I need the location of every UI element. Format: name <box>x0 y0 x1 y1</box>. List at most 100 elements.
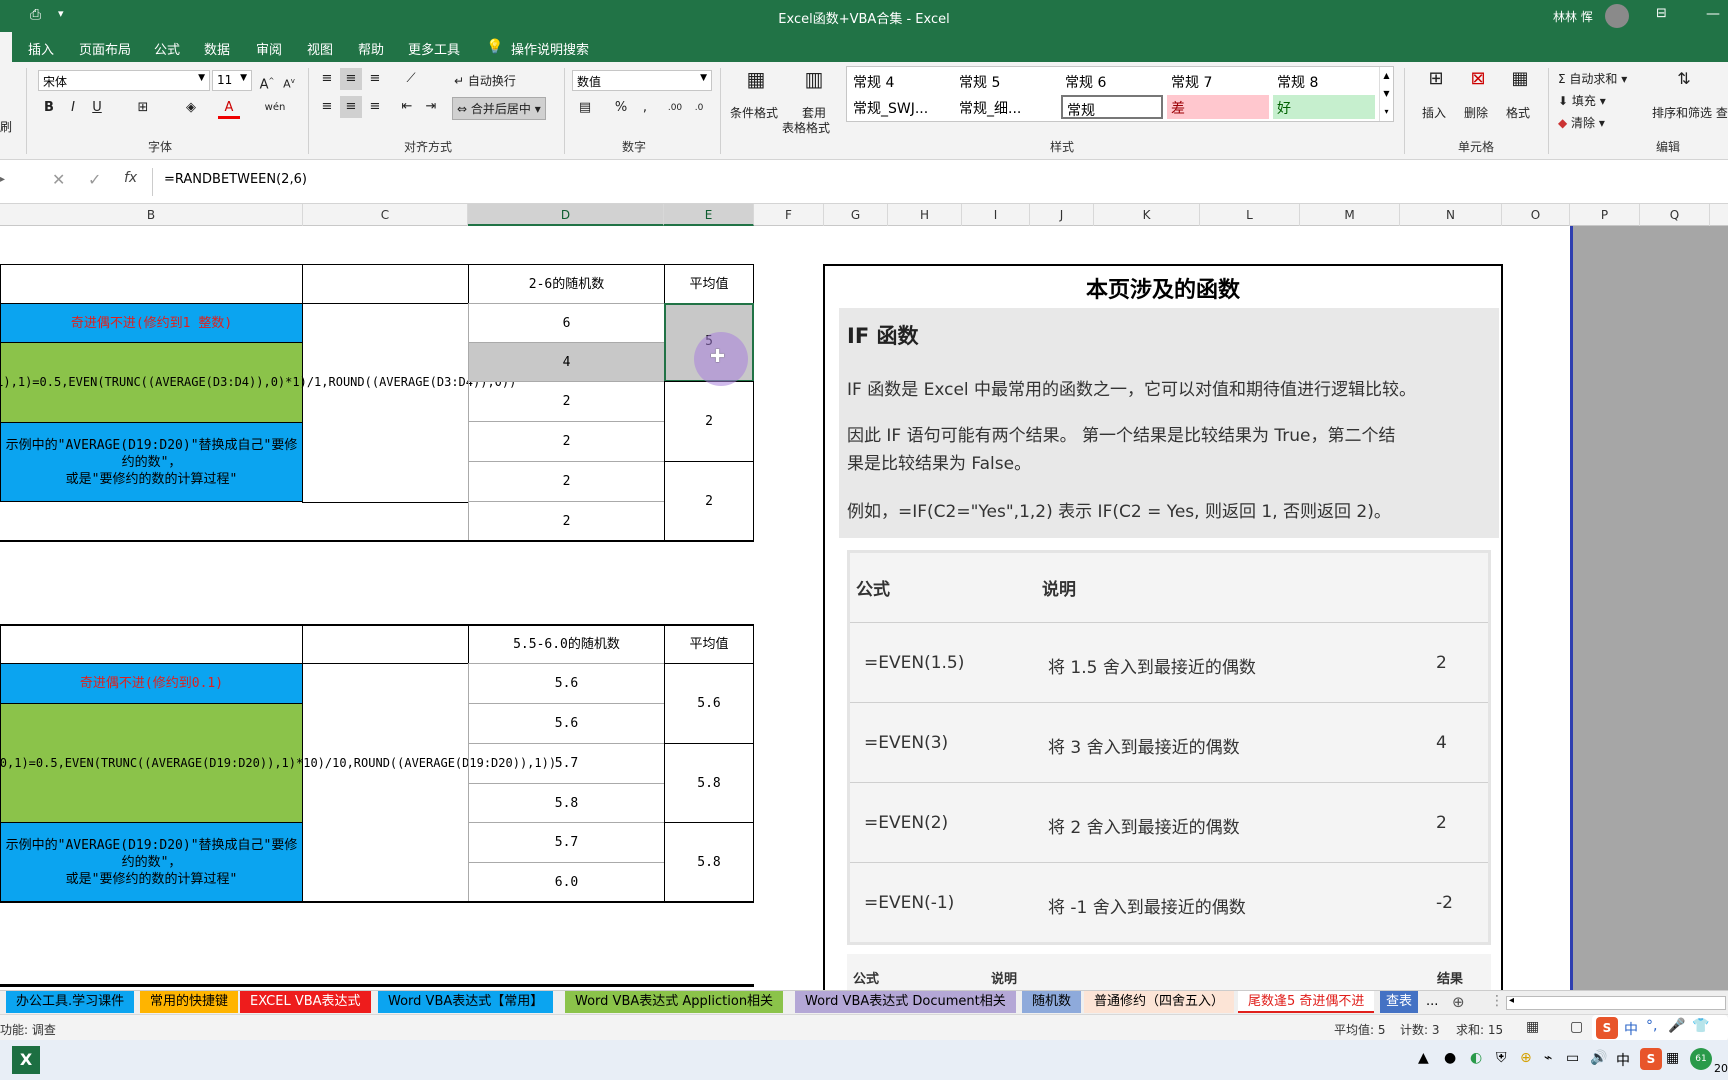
tray-volume-icon[interactable]: 🔊 <box>1590 1050 1607 1066</box>
t2-header-b[interactable] <box>0 624 303 664</box>
tray-grid-icon[interactable]: ▦ <box>1666 1050 1679 1066</box>
column-header-n[interactable]: N <box>1400 204 1502 226</box>
increase-decimal-icon[interactable]: .00 <box>664 97 686 119</box>
status-sum[interactable]: 求和: 15 <box>1456 1021 1503 1038</box>
t2-header-c[interactable] <box>302 624 469 664</box>
align-middle-icon[interactable]: ≡ <box>340 68 362 90</box>
delete-cells-icon[interactable]: ⊠ <box>1464 68 1492 96</box>
t2-avg-1[interactable]: 5.6 <box>664 663 754 744</box>
t1-value-4[interactable]: 2 <box>468 421 665 462</box>
sheet-tab-shortcuts[interactable]: 常用的快捷键 <box>140 991 239 1013</box>
add-sheet-icon[interactable]: ⊕ <box>1452 993 1465 1011</box>
t1-avg-2[interactable]: 2 <box>664 381 754 462</box>
t2-value-5[interactable]: 5.7 <box>468 822 665 863</box>
sheet-tab-random[interactable]: 随机数 <box>1022 991 1082 1013</box>
borders-icon[interactable]: ⊞ <box>132 97 154 119</box>
tray-security-icon[interactable]: ⊕ <box>1520 1050 1532 1066</box>
format-cells-button[interactable]: 格式 <box>1506 104 1530 121</box>
excel-taskbar-icon[interactable]: X <box>12 1046 40 1074</box>
merge-center-button[interactable]: ⇔ 合并后居中 ▾ <box>452 97 546 120</box>
underline-icon[interactable]: U <box>86 97 108 119</box>
t2-note-cell[interactable]: 示例中的"AVERAGE(D19:D20)"替换成自己"要修约的数"， 或是"要修… <box>0 822 303 902</box>
t1-header-random[interactable]: 2-6的随机数 <box>468 264 665 304</box>
t2-rule-cell[interactable]: 奇进偶不进(修约到0.1) <box>0 663 303 704</box>
increase-font-icon[interactable]: A^ <box>256 70 278 92</box>
microphone-icon[interactable]: 🎤 <box>1668 1018 1685 1034</box>
t1-header-b[interactable] <box>0 264 303 304</box>
t1-empty-c[interactable] <box>302 303 469 503</box>
tray-ime-icon[interactable]: 中 <box>1616 1050 1630 1070</box>
increase-indent-icon[interactable]: ⇥ <box>420 96 442 118</box>
sogou-icon[interactable]: S <box>1596 1017 1618 1039</box>
tab-review[interactable]: 审阅 <box>256 39 282 58</box>
column-header-g[interactable]: G <box>824 204 888 226</box>
tab-help[interactable]: 帮助 <box>358 39 384 58</box>
normal-view-icon[interactable]: ▦ <box>1526 1019 1539 1035</box>
t2-header-average[interactable]: 平均值 <box>664 624 754 664</box>
autosum-button[interactable]: Σ 自动求和 ▾ <box>1558 70 1627 87</box>
column-header-f[interactable]: F <box>754 204 824 226</box>
comma-icon[interactable]: , <box>634 97 656 119</box>
percent-icon[interactable]: % <box>610 97 632 119</box>
sheet-tab-excel-vba[interactable]: EXCEL VBA表达式 <box>240 991 371 1013</box>
format-as-table-label2[interactable]: 表格格式 <box>782 119 830 136</box>
scroll-left-icon[interactable]: ◂ <box>1509 995 1514 1006</box>
tray-app-icon[interactable]: ● <box>1444 1050 1456 1066</box>
tab-page-layout[interactable]: 页面布局 <box>79 39 131 58</box>
format-painter-label[interactable]: 刷 <box>0 118 12 135</box>
align-left-icon[interactable]: ≡ <box>316 96 338 118</box>
column-header-k[interactable]: K <box>1094 204 1200 226</box>
t1-note-cell[interactable]: 示例中的"AVERAGE(D19:D20)"替换成自己"要修约的数"， 或是"要修… <box>0 422 303 502</box>
format-as-table-icon[interactable]: ▥ <box>800 68 828 96</box>
gallery-scroll-icon[interactable]: ▲ ▼ ▾ <box>1379 67 1393 121</box>
t2-empty-c[interactable] <box>302 663 469 902</box>
sheet-tab-word-vba-application[interactable]: Word VBA表达式 Appliction相关 <box>565 991 784 1013</box>
style-normal-detail[interactable]: 常规_细... <box>955 95 1025 119</box>
t1-value-2[interactable]: 4 <box>468 342 665 382</box>
clear-button[interactable]: ◆ 清除 ▾ <box>1558 114 1605 131</box>
insert-function-icon[interactable]: fx <box>124 170 137 186</box>
conditional-format-icon[interactable]: ▦ <box>742 68 770 96</box>
tab-splitter-icon[interactable]: ⋮ <box>1490 993 1504 1009</box>
tell-me-search[interactable]: 操作说明搜索 <box>511 39 589 58</box>
style-normal-5[interactable]: 常规 5 <box>955 69 1004 93</box>
status-count[interactable]: 计数: 3 <box>1400 1021 1440 1038</box>
t2-avg-2[interactable]: 5.8 <box>664 743 754 823</box>
style-normal-6[interactable]: 常规 6 <box>1061 69 1110 93</box>
t2-value-4[interactable]: 5.8 <box>468 783 665 823</box>
sheet-tab-lookup[interactable]: 查表 <box>1380 991 1419 1013</box>
style-normal[interactable]: 常规 <box>1061 95 1163 119</box>
tab-view[interactable]: 视图 <box>307 39 333 58</box>
minimize-icon[interactable]: — <box>1706 6 1720 22</box>
column-header-h[interactable]: H <box>888 204 962 226</box>
tray-refresh-icon[interactable]: ◐ <box>1470 1050 1482 1066</box>
t1-rule-cell[interactable]: 奇进偶不进(修约到1 整数) <box>0 303 303 343</box>
t1-avg-3[interactable]: 2 <box>664 461 754 541</box>
t1-header-average[interactable]: 平均值 <box>664 264 754 304</box>
t1-value-6[interactable]: 2 <box>468 501 665 541</box>
column-header-b[interactable]: B <box>0 204 303 226</box>
tab-insert[interactable]: 插入 <box>28 39 54 58</box>
ribbon-display-options-icon[interactable]: ⊟ <box>1656 6 1667 21</box>
t1-value-3[interactable]: 2 <box>468 381 665 422</box>
punctuation-icon[interactable]: °, <box>1646 1018 1657 1034</box>
orientation-icon[interactable]: ⟋ <box>400 68 422 90</box>
tab-data[interactable]: 数据 <box>204 39 230 58</box>
enter-icon[interactable]: ✓ <box>88 170 101 189</box>
column-header-c[interactable]: C <box>303 204 468 226</box>
insert-cells-icon[interactable]: ⊞ <box>1422 68 1450 96</box>
align-right-icon[interactable]: ≡ <box>364 96 386 118</box>
t1-formula-cell[interactable]: =IF(MOD(ROUND(AVERAGE(D3:D4),1),1)=0.5,E… <box>0 342 516 423</box>
t1-header-c[interactable] <box>302 264 469 304</box>
tab-more-tools[interactable]: 更多工具 <box>408 39 460 58</box>
fill-color-icon[interactable]: ◈ <box>180 97 202 119</box>
t2-value-2[interactable]: 5.6 <box>468 703 665 744</box>
style-bad[interactable]: 差 <box>1167 95 1269 119</box>
conditional-format-button[interactable]: 条件格式 <box>730 104 778 121</box>
tray-network-icon[interactable]: ⌁ <box>1544 1050 1552 1066</box>
horizontal-scrollbar[interactable]: ◂ <box>1506 995 1726 1010</box>
font-color-icon[interactable]: A <box>218 97 240 119</box>
align-center-icon[interactable]: ≡ <box>340 96 362 118</box>
page-layout-view-icon[interactable]: ▢ <box>1570 1019 1583 1035</box>
italic-icon[interactable]: I <box>62 97 84 119</box>
